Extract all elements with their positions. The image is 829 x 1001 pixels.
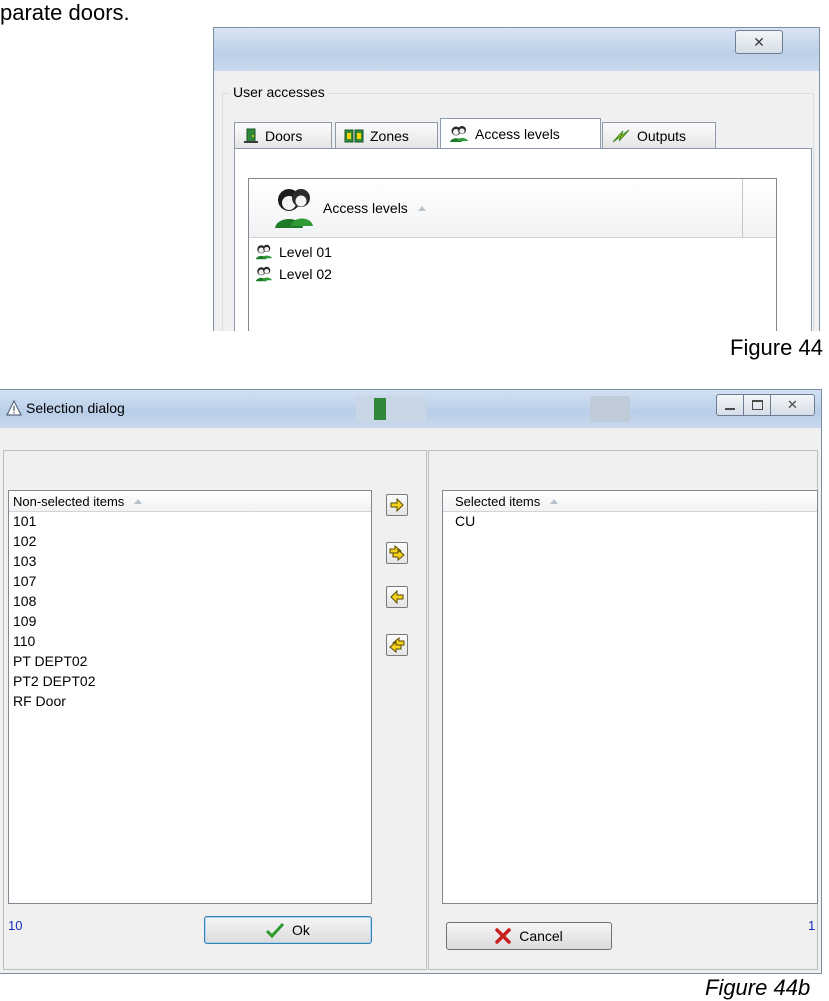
move-right-icon	[390, 498, 404, 512]
selected-items-list[interactable]: Selected items CU	[442, 490, 818, 904]
list-item[interactable]: 101	[13, 512, 36, 530]
selection-dialog-window: Selection dialog ✕ Non-selected items 10…	[0, 389, 822, 974]
tab-label: Access levels	[475, 125, 560, 142]
ok-label: Ok	[292, 922, 310, 938]
tab-outputs[interactable]: Outputs	[602, 122, 716, 148]
close-icon: ✕	[753, 33, 765, 50]
non-selected-items-list[interactable]: Non-selected items 101 102 103 107 108 1…	[8, 490, 372, 904]
cancel-button[interactable]: Cancel	[446, 922, 612, 950]
list-item[interactable]: 108	[13, 592, 36, 610]
move-all-left-icon	[389, 637, 405, 653]
list-item[interactable]: Level 02	[255, 263, 332, 285]
group-label: User accesses	[230, 84, 328, 100]
list-item[interactable]: Level 01	[255, 241, 332, 263]
column-header-label: Selected items	[455, 493, 541, 509]
figure-44b-caption: Figure 44b	[705, 975, 811, 1000]
tab-label: Doors	[265, 127, 303, 144]
user-accesses-window: ✕ User accesses Doors Zones Access level…	[213, 27, 820, 331]
move-left-button[interactable]	[386, 586, 408, 608]
tab-zones[interactable]: Zones	[335, 122, 438, 148]
list-item[interactable]: 109	[13, 612, 36, 630]
document-text-fragment: parate doors.	[0, 0, 130, 25]
users-icon	[275, 189, 313, 228]
ok-button[interactable]: Ok	[204, 916, 372, 944]
move-right-button[interactable]	[386, 494, 408, 516]
maximize-button[interactable]	[743, 394, 771, 416]
list-item[interactable]: 107	[13, 572, 36, 590]
non-selected-count: 10	[8, 918, 23, 933]
checkmark-icon	[266, 922, 285, 938]
column-header-filler	[743, 179, 776, 238]
door-icon	[244, 128, 258, 143]
selected-items-header[interactable]: Selected items	[443, 491, 817, 512]
access-level-icon	[255, 244, 273, 260]
move-all-right-icon	[389, 545, 405, 561]
figure-44-caption: Figure 44	[730, 335, 823, 360]
outputs-icon	[612, 129, 630, 142]
window-title: Selection dialog	[26, 400, 125, 416]
minimize-button[interactable]	[716, 394, 744, 416]
sort-ascending-icon	[134, 498, 143, 504]
move-all-right-button[interactable]	[386, 542, 408, 564]
app-warning-icon	[6, 400, 22, 416]
access-level-icon	[450, 125, 468, 142]
list-item[interactable]: 103	[13, 552, 36, 570]
close-icon: ✕	[787, 397, 798, 412]
access-levels-column-header[interactable]: Access levels	[249, 179, 743, 238]
background-taskbar-item	[590, 396, 630, 422]
tab-doors[interactable]: Doors	[234, 122, 332, 148]
list-item[interactable]: PT DEPT02	[13, 652, 87, 670]
tab-label: Outputs	[637, 127, 687, 144]
list-item[interactable]: RF Door	[13, 692, 66, 710]
title-bar	[214, 28, 819, 71]
background-door-icon	[374, 398, 386, 420]
access-level-icon	[255, 266, 273, 282]
move-all-left-button[interactable]	[386, 634, 408, 656]
access-levels-list[interactable]: Access levels Level 01 Level 02	[248, 178, 777, 331]
tab-access-levels[interactable]: Access levels	[440, 118, 601, 148]
list-item-label: Level 01	[279, 244, 332, 260]
selected-count: 1	[808, 918, 816, 933]
cancel-label: Cancel	[519, 928, 563, 944]
background-taskbar-item	[356, 396, 426, 422]
tab-label: Zones	[370, 127, 409, 144]
close-button[interactable]: ✕	[770, 394, 815, 416]
minimize-icon	[725, 408, 735, 410]
list-item[interactable]: 110	[13, 632, 35, 650]
list-item-label: Level 02	[279, 266, 332, 282]
sort-ascending-icon	[417, 205, 426, 211]
column-header-label: Access levels	[323, 200, 408, 216]
sort-ascending-icon	[550, 498, 559, 504]
move-left-icon	[390, 590, 404, 604]
list-item[interactable]: CU	[455, 512, 475, 530]
column-header-label: Non-selected items	[13, 493, 125, 509]
list-item[interactable]: 102	[13, 532, 36, 550]
close-button[interactable]: ✕	[735, 30, 783, 54]
cancel-x-icon	[495, 928, 511, 944]
zones-icon	[344, 129, 364, 142]
restore-icon	[751, 400, 763, 410]
non-selected-items-header[interactable]: Non-selected items	[9, 491, 371, 512]
list-item[interactable]: PT2 DEPT02	[13, 672, 95, 690]
